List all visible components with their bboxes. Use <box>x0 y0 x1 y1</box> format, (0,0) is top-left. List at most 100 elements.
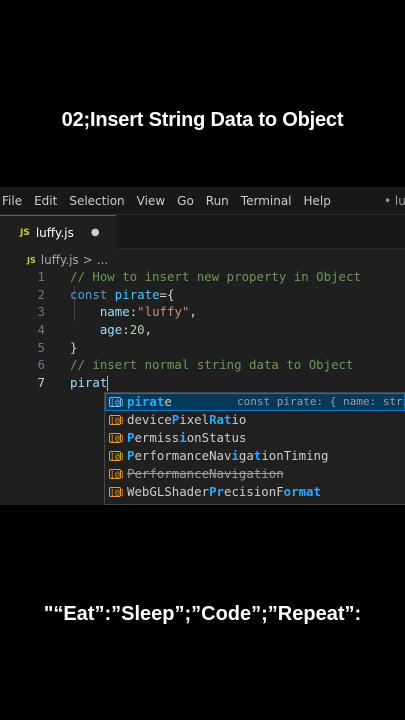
property-icon: [@] <box>109 487 125 497</box>
code-area[interactable]: 1 // How to insert new property in Object… <box>0 268 405 392</box>
unsaved-dot-icon[interactable]: ● <box>91 227 100 238</box>
suggestion-label-part: i <box>179 430 187 445</box>
line-number: 4 <box>37 322 45 338</box>
autocomplete-suggestion-list[interactable]: [@] pirate const pirate: { name: string [@]… <box>104 392 405 505</box>
line-number: 5 <box>37 339 45 355</box>
menu-edit[interactable]: Edit <box>28 194 63 208</box>
code-text[interactable]: name:"luffy", <box>70 303 197 321</box>
suggestion-detail: const pirate: { name: string <box>237 395 405 408</box>
suggestion-label-part: Rat <box>209 412 232 427</box>
code-line[interactable]: 2 const pirate={ <box>0 286 405 304</box>
property-icon: [@] <box>109 433 125 443</box>
code-token: const <box>70 286 108 302</box>
code-text[interactable]: age:20, <box>70 321 152 339</box>
suggestion-item[interactable]: [@]PublicKeyCredential <box>105 501 405 504</box>
breadcrumb-file[interactable]: luffy.js <box>41 253 79 267</box>
line-number: 2 <box>37 286 45 302</box>
suggestion-item[interactable]: [@] devicePixelRatio <box>105 411 405 429</box>
suggestion-label-part: ecision <box>223 484 277 499</box>
line-number: 6 <box>37 357 45 373</box>
code-token: pirat <box>70 375 108 391</box>
code-token: // How to insert new property in Object <box>70 269 361 284</box>
menu-bar: File Edit Selection View Go Run Terminal… <box>0 187 405 215</box>
suggestion-label-part: WebGLShader <box>127 484 210 499</box>
suggestion-label-part: i <box>231 448 239 463</box>
tab-bar: JS luffy.js ● <box>0 215 405 249</box>
suggestion-label: pirate <box>127 393 172 411</box>
suggestion-label-part: ormat <box>283 484 321 499</box>
code-text[interactable]: } <box>70 339 77 357</box>
suggestion-label: PermissionStatus <box>127 429 246 447</box>
property-icon: [@] <box>109 469 125 479</box>
caption-text: "“Eat”:”Sleep”;”Code”;”Repeat”: <box>43 603 362 625</box>
menu-selection[interactable]: Selection <box>63 194 130 208</box>
code-token: , <box>189 304 197 320</box>
suggestion-label-part: PerformanceNavigation <box>127 466 284 481</box>
menu-terminal[interactable]: Terminal <box>235 194 298 208</box>
suggestion-label-part: PublicKeyCredential <box>127 502 269 504</box>
code-text[interactable]: pirat <box>70 374 109 392</box>
suggestion-label-part: erformanceNav <box>134 448 232 463</box>
code-token: // insert normal string data to Object <box>70 357 354 373</box>
code-token: age <box>99 322 123 338</box>
code-token: ={ <box>159 286 175 302</box>
code-editor-window: File Edit Selection View Go Run Terminal… <box>0 187 405 505</box>
suggestion-item[interactable]: [@] WebGLShaderPrecisionFormat <box>105 483 405 501</box>
menu-file[interactable]: File <box>0 194 28 208</box>
menu-view[interactable]: View <box>131 194 171 208</box>
suggestion-label-part: ixel <box>179 412 210 427</box>
code-line[interactable]: 4 age:20, <box>0 321 405 339</box>
code-text[interactable]: // How to insert new property in Object <box>70 268 361 286</box>
code-token: } <box>70 339 78 355</box>
code-line[interactable]: 1 // How to insert new property in Object <box>0 268 405 286</box>
suggestion-label: PublicKeyCredential <box>127 501 269 504</box>
suggestion-label-part: device <box>127 412 172 427</box>
chevron-right-icon: > <box>82 253 93 267</box>
code-token: pirate <box>114 286 160 302</box>
property-icon: [@] <box>109 451 125 461</box>
suggestion-label-part: ionTiming <box>261 448 329 463</box>
code-line[interactable]: 3 name:"luffy", <box>0 303 405 321</box>
code-token: 20 <box>129 322 145 338</box>
code-token: "luffy" <box>137 304 190 320</box>
tab-label: luffy.js <box>35 225 74 240</box>
javascript-file-icon: JS <box>27 255 36 265</box>
variable-icon: [@] <box>109 397 125 407</box>
suggestion-label-part: pirat <box>127 394 165 409</box>
suggestion-label-part: tat <box>209 430 232 445</box>
breadcrumb-more[interactable]: ... <box>97 253 108 267</box>
code-token: , <box>144 322 153 338</box>
suggestion-label-part: ermiss <box>134 430 180 445</box>
suggestion-label: PerformanceNavigation <box>127 465 284 483</box>
suggestion-label-part: io <box>231 412 247 427</box>
menu-go[interactable]: Go <box>171 194 200 208</box>
suggestion-item[interactable]: [@] PermissionStatus <box>105 429 405 447</box>
code-line[interactable]: 6 // insert normal string data to Object <box>0 356 405 374</box>
code-text[interactable]: // insert normal string data to Object <box>70 356 353 374</box>
code-text[interactable]: const pirate={ <box>70 286 174 304</box>
video-title: 02;Insert String Data to Object <box>61 109 344 131</box>
line-number: 7 <box>37 375 45 391</box>
suggestion-item[interactable]: [@] pirate const pirate: { name: string <box>105 393 405 411</box>
code-line[interactable]: 7 pirat <box>0 374 405 392</box>
suggestion-label-part: e <box>164 394 172 409</box>
suggestion-label-part: Pr <box>209 484 224 499</box>
suggestion-label-part: us <box>231 430 247 445</box>
suggestion-label-part: F <box>276 484 284 499</box>
suggestion-item[interactable]: [@] PerformanceNavigationTiming <box>105 447 405 465</box>
code-token: : <box>122 322 130 338</box>
suggestion-label: WebGLShaderPrecisionFormat <box>127 483 321 501</box>
menu-run[interactable]: Run <box>200 194 235 208</box>
menu-help[interactable]: Help <box>298 194 337 208</box>
text-cursor <box>107 376 109 392</box>
suggestion-label-part: on <box>186 430 202 445</box>
suggestion-label-part: ga <box>238 448 254 463</box>
window-title: • lu <box>384 194 405 208</box>
tab-luffy-js[interactable]: JS luffy.js ● <box>0 215 116 249</box>
suggestion-item[interactable]: [@] PerformanceNavigation <box>105 465 405 483</box>
code-line[interactable]: 5} <box>0 339 405 357</box>
line-number: 3 <box>37 304 45 320</box>
javascript-file-icon: JS <box>20 227 30 238</box>
